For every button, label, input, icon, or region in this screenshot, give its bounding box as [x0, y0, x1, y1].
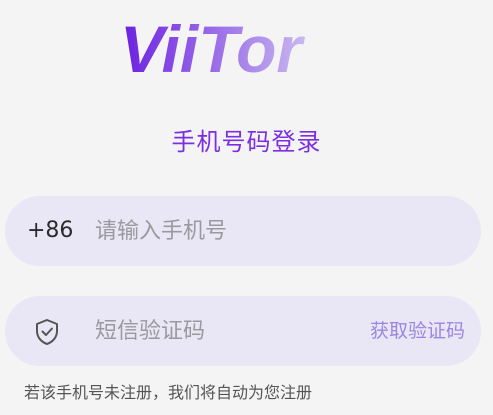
phone-field: +86: [5, 196, 481, 266]
logo-text: ViiTor: [120, 12, 305, 85]
app-logo: ViiTor: [120, 10, 370, 85]
sms-code-input[interactable]: [95, 313, 355, 349]
sms-code-field: 获取验证码: [5, 296, 481, 366]
shield-check-icon: [34, 318, 60, 346]
get-code-button[interactable]: 获取验证码: [370, 320, 465, 342]
page-title: 手机号码登录: [171, 128, 322, 156]
country-code-prefix[interactable]: +86: [27, 218, 73, 244]
phone-input[interactable]: [95, 213, 355, 249]
auto-register-hint: 若该手机号未注册，我们将自动为您注册: [24, 383, 313, 402]
